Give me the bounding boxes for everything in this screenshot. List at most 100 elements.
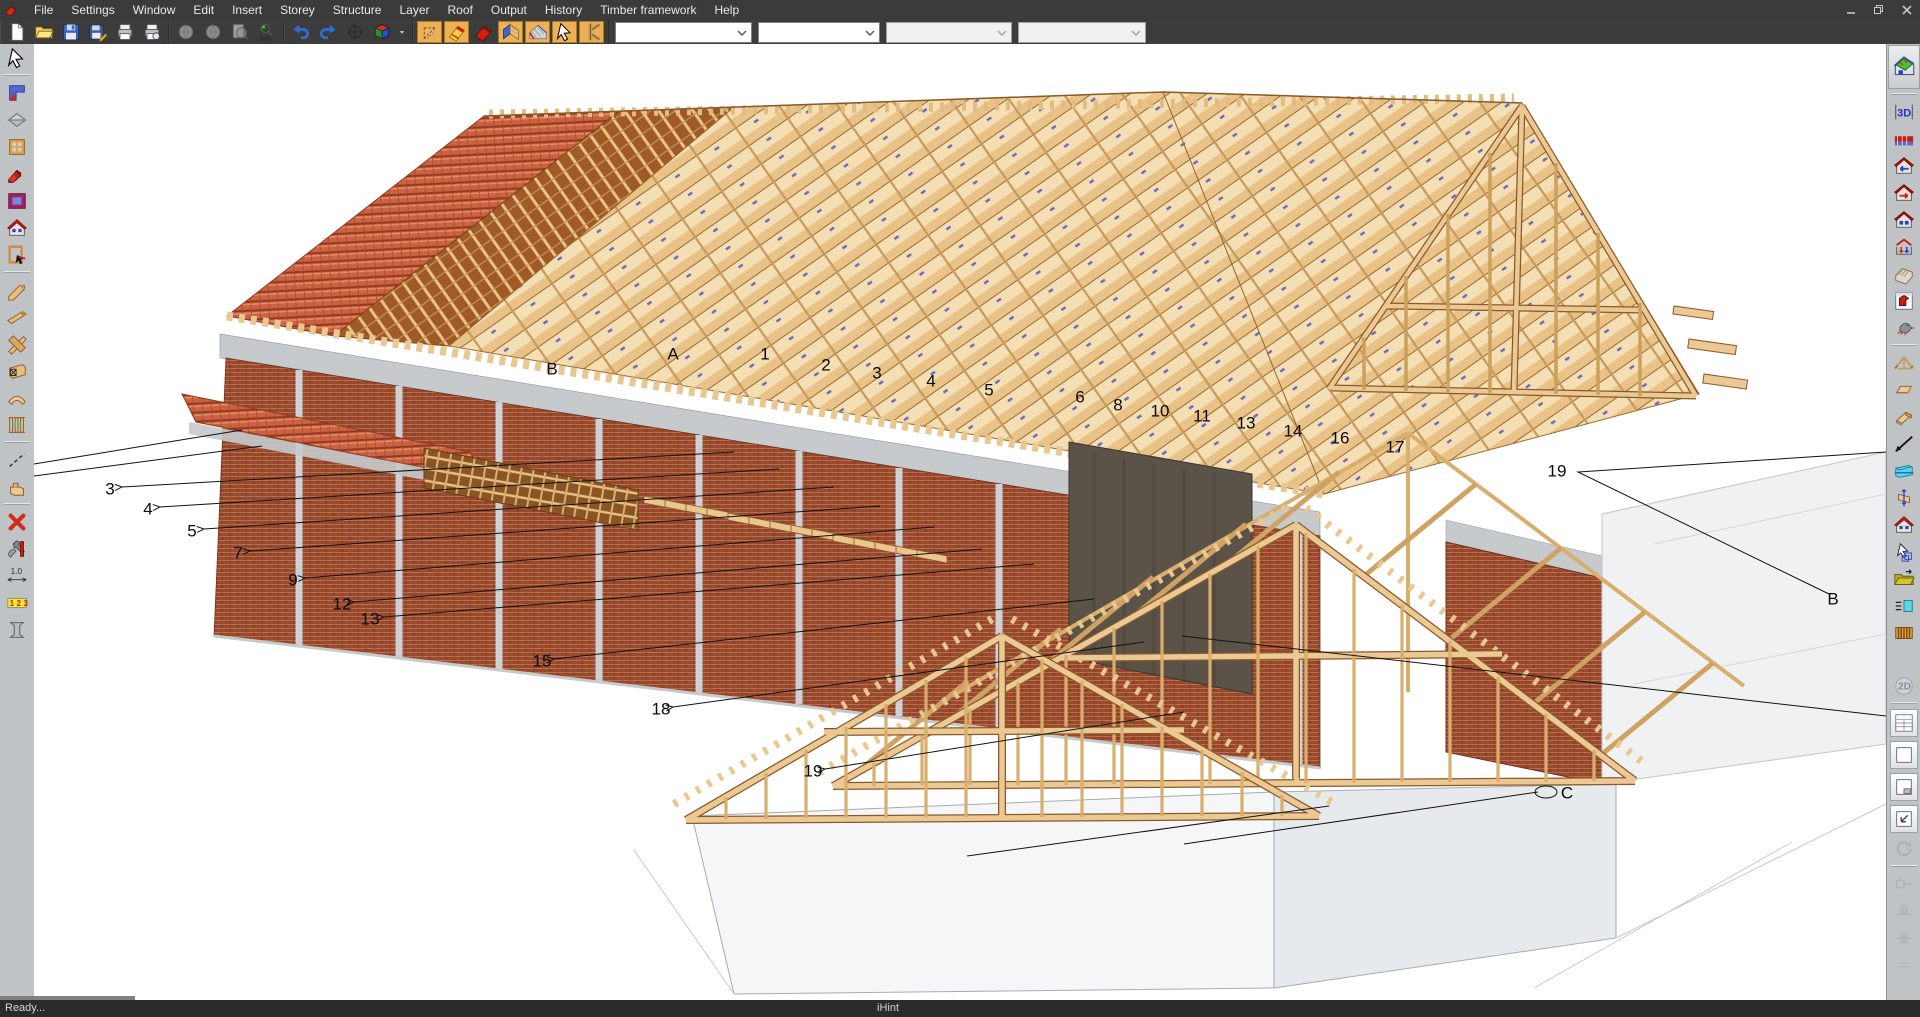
right-tool-board[interactable]	[1889, 377, 1919, 402]
menu-item-settings[interactable]: Settings	[62, 1, 123, 19]
menu-item-edit[interactable]: Edit	[184, 1, 223, 19]
zoom-page-button[interactable]	[227, 21, 252, 43]
left-tool-hip-roof[interactable]	[2, 107, 32, 132]
right-tool-house-arrow-left[interactable]	[1889, 153, 1919, 178]
menu-item-history[interactable]: History	[536, 1, 591, 19]
right-tool-square-box[interactable]	[1890, 773, 1918, 801]
save-as-button[interactable]	[85, 21, 110, 43]
right-tool-section-view[interactable]	[1889, 458, 1919, 483]
left-tool-plate-cursor[interactable]	[2, 242, 32, 267]
left-tool-joint-block[interactable]	[2, 474, 32, 499]
left-tool-house[interactable]	[2, 215, 32, 240]
right-tool-parts-list[interactable]	[1889, 593, 1919, 618]
left-tool-beam-box[interactable]	[2, 358, 32, 383]
insulation-button[interactable]	[498, 21, 523, 43]
right-tool-house-arrow-right[interactable]	[1889, 180, 1919, 205]
menu-item-output[interactable]: Output	[482, 1, 536, 19]
sphere-view-2-button[interactable]	[200, 21, 225, 43]
drawing-canvas[interactable]: BA123456810111314161719345791213151819BC	[34, 44, 1886, 1000]
menu-item-file[interactable]: File	[25, 1, 62, 19]
menu-item-roof[interactable]: Roof	[439, 1, 482, 19]
left-tool-window-frame[interactable]	[2, 134, 32, 159]
right-tool-node-lamp[interactable]	[1889, 898, 1919, 923]
right-tool-beam-3d[interactable]	[1889, 404, 1919, 429]
roof-hatch-button[interactable]	[525, 21, 550, 43]
right-tool-square-arrow[interactable]	[1890, 805, 1918, 833]
left-tool-ceiling-panel[interactable]	[2, 188, 32, 213]
left-tool-wall-framing[interactable]	[2, 412, 32, 437]
roof-framing-icon	[447, 22, 467, 42]
bird-view-icon	[1893, 317, 1915, 339]
right-tool-select-boxes[interactable]	[1889, 539, 1919, 564]
right-tool-node-small[interactable]	[1889, 952, 1919, 977]
menu-item-storey[interactable]: Storey	[271, 1, 324, 19]
wall-axes-button[interactable]	[417, 21, 442, 43]
annotation-label-10: 10	[1151, 402, 1170, 422]
left-tool-delete-x[interactable]	[2, 509, 32, 534]
right-tool-truss-frame[interactable]	[1889, 350, 1919, 375]
right-tool-square-empty[interactable]	[1890, 741, 1918, 769]
right-tool-node-plug[interactable]	[1889, 871, 1919, 896]
left-tool-tools-hammer[interactable]	[2, 536, 32, 561]
search-a-omega-button[interactable]: A-Ω	[254, 21, 279, 43]
roof-framing-button[interactable]	[444, 21, 469, 43]
right-tool-house-arrows-down[interactable]	[1889, 234, 1919, 259]
caret-down-button[interactable]	[396, 21, 408, 43]
print-button[interactable]	[112, 21, 137, 43]
close-button[interactable]	[1900, 4, 1914, 16]
menu-item-window[interactable]: Window	[124, 1, 185, 19]
chevron-down-icon	[997, 25, 1007, 39]
view-cube-button[interactable]	[369, 21, 394, 43]
center-target-button[interactable]	[342, 21, 367, 43]
right-tool-rotate[interactable]	[1889, 836, 1919, 861]
select-cursor-button[interactable]	[552, 21, 577, 43]
left-tool-select-arrow[interactable]	[2, 45, 32, 70]
sphere-view-button[interactable]	[173, 21, 198, 43]
redo-button[interactable]	[315, 21, 340, 43]
undo-button[interactable]	[288, 21, 313, 43]
right-tool-measure-beam[interactable]	[1889, 485, 1919, 510]
right-tool-house-3d[interactable]	[1888, 45, 1920, 89]
open-folder-button[interactable]	[31, 21, 56, 43]
right-tool-node-cross[interactable]	[1889, 925, 1919, 950]
material-select[interactable]	[758, 22, 880, 43]
right-tool-bird-view[interactable]	[1889, 315, 1919, 340]
print-preview-button[interactable]	[139, 21, 164, 43]
separator	[4, 74, 30, 76]
node-cross-icon	[1893, 927, 1915, 949]
left-tool-roof-corner[interactable]	[2, 161, 32, 186]
menu-item-timber-framework[interactable]: Timber framework	[591, 1, 705, 19]
left-tool-dimension-1-0[interactable]: 1.0	[2, 563, 32, 588]
left-tool-crossed-beams[interactable]	[2, 331, 32, 356]
right-tool-panel-table[interactable]	[1890, 709, 1918, 737]
roof-red-button[interactable]	[471, 21, 496, 43]
left-tool-dashed-line[interactable]	[2, 447, 32, 472]
right-tool-folder-export[interactable]	[1889, 566, 1919, 591]
right-tool-glass-frame[interactable]	[1889, 261, 1919, 286]
house-small-icon	[1893, 514, 1915, 536]
menu-item-structure[interactable]: Structure	[324, 1, 391, 19]
menu-item-help[interactable]: Help	[705, 1, 748, 19]
menu-item-layer[interactable]: Layer	[390, 1, 438, 19]
restore-button[interactable]	[1872, 4, 1886, 16]
right-tool-slats[interactable]	[1889, 620, 1919, 645]
new-document-button[interactable]	[4, 21, 29, 43]
right-tool-view-2d[interactable]: 2D	[1889, 673, 1919, 698]
left-tool-wall-corner[interactable]	[2, 80, 32, 105]
right-tool-house-small[interactable]	[1889, 512, 1919, 537]
left-tool-rafter-plank[interactable]	[2, 304, 32, 329]
menu-item-insert[interactable]: Insert	[223, 1, 271, 19]
right-tool-line-diagonal[interactable]	[1889, 431, 1919, 456]
left-tool-numbering-123[interactable]: 1 2 3	[2, 590, 32, 615]
right-tool-panel-roof[interactable]	[1889, 288, 1919, 313]
left-tool-steel-beam[interactable]	[2, 617, 32, 642]
right-tool-roof-detail[interactable]	[1889, 126, 1919, 151]
right-tool-house-front[interactable]	[1889, 207, 1919, 232]
storey-select[interactable]	[615, 22, 752, 43]
left-tool-beam-diagonal[interactable]	[2, 277, 32, 302]
minimize-button[interactable]	[1844, 4, 1858, 16]
timber-joint-button[interactable]	[579, 21, 604, 43]
right-tool-view-3d[interactable]: 3D	[1889, 99, 1919, 124]
left-tool-arc-beam[interactable]	[2, 385, 32, 410]
save-button[interactable]	[58, 21, 83, 43]
